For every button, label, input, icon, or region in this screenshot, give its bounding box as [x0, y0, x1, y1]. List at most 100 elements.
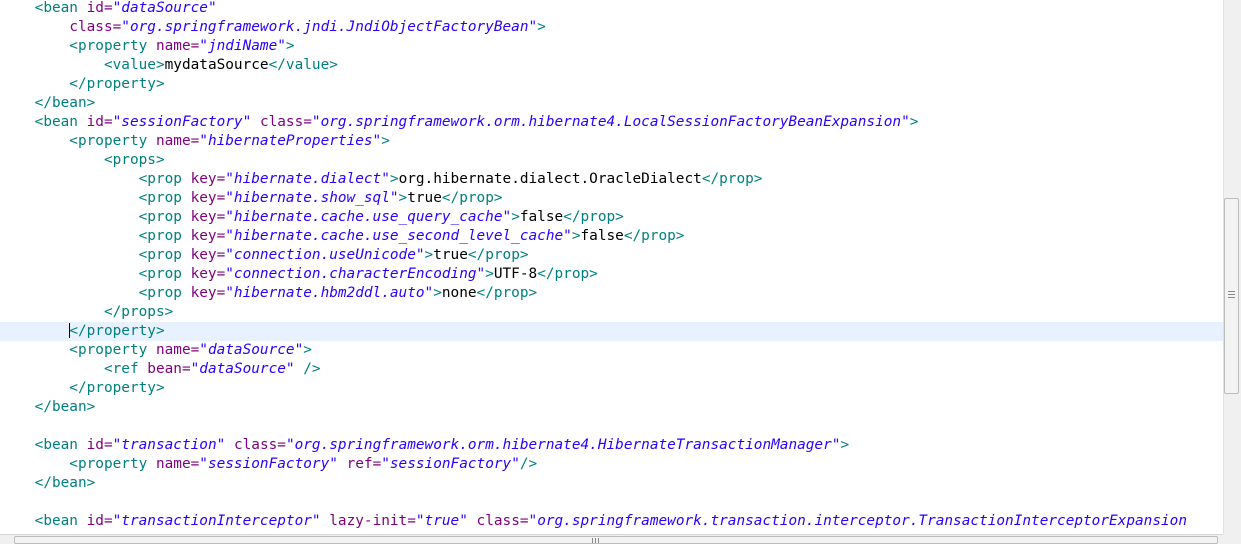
code-token: "hibernate.hbm2ddl.auto": [225, 285, 434, 301]
code-token: "hibernateProperties": [199, 133, 382, 149]
code-token: <ref: [0, 361, 148, 377]
code-token: id=: [86, 437, 113, 453]
code-token: class=: [259, 114, 312, 130]
code-line[interactable]: <bean id="transactionInterceptor" lazy-i…: [0, 512, 1187, 531]
code-line[interactable]: <prop key="hibernate.cache.use_second_le…: [0, 227, 685, 246]
code-token: <value>: [0, 57, 165, 73]
code-token: </value>: [268, 57, 338, 73]
code-token: "jndiName": [199, 38, 286, 54]
code-line[interactable]: <bean id="dataSource": [0, 0, 217, 18]
code-token: id=: [86, 114, 113, 130]
code-line[interactable]: <property name="sessionFactory" ref="ses…: [0, 455, 537, 474]
scrollbar-corner: [1223, 534, 1241, 544]
code-token: mydataSource: [164, 57, 269, 73]
code-line[interactable]: <bean id="transaction" class="org.spring…: [0, 436, 849, 455]
code-line[interactable]: <prop key="hibernate.dialect">org.hibern…: [0, 170, 763, 189]
code-token: name=: [155, 38, 200, 54]
code-token: "transactionInterceptor": [112, 513, 321, 529]
code-line[interactable]: <value>mydataSource</value>: [0, 56, 338, 75]
code-token: >: [398, 190, 408, 206]
code-token: <property: [0, 38, 156, 54]
code-token: key=: [190, 266, 226, 282]
code-token: key=: [190, 247, 226, 263]
code-token: true: [433, 247, 468, 263]
code-token: ref=: [346, 456, 382, 472]
code-token: key=: [190, 209, 226, 225]
code-line[interactable]: <prop key="hibernate.hbm2ddl.auto">none<…: [0, 284, 538, 303]
code-token: "sessionFactory": [112, 114, 252, 130]
code-token: "hibernate.cache.use_query_cache": [225, 209, 512, 225]
code-token: <prop: [0, 247, 191, 263]
code-token: false: [580, 228, 624, 244]
code-token: <prop: [0, 190, 191, 206]
code-token: <bean: [0, 114, 87, 130]
scroll-grip-icon: [1228, 291, 1235, 300]
code-line[interactable]: <props>: [0, 151, 165, 170]
code-token: "dataSource": [190, 361, 295, 377]
code-token: </prop>: [441, 190, 503, 206]
code-token: </bean>: [0, 475, 96, 491]
code-line[interactable]: class="org.springframework.jndi.JndiObje…: [0, 18, 546, 37]
code-token: org.hibernate.dialect.OracleDialect: [398, 171, 702, 187]
code-line[interactable]: <property name="hibernateProperties">: [0, 132, 390, 151]
xml-editor[interactable]: <bean id="dataSource" class="org.springf…: [0, 0, 1223, 534]
code-token: <bean: [0, 513, 87, 529]
code-token: "org.springframework.orm.hibernate4.Hibe…: [285, 437, 841, 453]
code-token: <bean: [0, 437, 87, 453]
code-line[interactable]: </property>: [0, 75, 165, 94]
code-token: <property: [0, 133, 156, 149]
scroll-grip-icon: [592, 538, 600, 543]
code-line[interactable]: </bean>: [0, 474, 96, 493]
code-token: />: [519, 456, 538, 472]
code-token: >: [511, 209, 520, 225]
code-token: id=: [86, 0, 113, 16]
code-line[interactable]: <prop key="hibernate.cache.use_query_cac…: [0, 208, 624, 227]
code-token: </props>: [0, 304, 174, 320]
code-line[interactable]: <prop key="connection.useUnicode">true</…: [0, 246, 529, 265]
code-token: "hibernate.show_sql": [225, 190, 399, 206]
code-token: key=: [190, 171, 226, 187]
code-token: "hibernate.dialect": [225, 171, 390, 187]
code-token: >: [285, 38, 295, 54]
horizontal-scroll-thumb[interactable]: [14, 536, 1218, 544]
code-line[interactable]: <property name="dataSource">: [0, 341, 312, 360]
code-line[interactable]: <bean id="sessionFactory" class="org.spr…: [0, 113, 919, 132]
code-token: true: [407, 190, 442, 206]
code-line[interactable]: </property>: [0, 322, 1223, 341]
code-line[interactable]: <prop key="connection.characterEncoding"…: [0, 265, 598, 284]
code-token: UTF-8: [493, 266, 538, 282]
code-line[interactable]: </bean>: [0, 398, 96, 417]
code-token: key=: [190, 285, 226, 301]
code-token: "transaction": [112, 437, 226, 453]
code-token: "hibernate.cache.use_second_level_cache": [225, 228, 572, 244]
code-token: <property: [0, 456, 156, 472]
code-token: >: [389, 171, 399, 187]
code-token: </property>: [0, 76, 165, 92]
code-token: </prop>: [537, 266, 598, 282]
code-token: >: [303, 342, 312, 358]
code-line[interactable]: </property>: [0, 379, 164, 398]
code-line[interactable]: <prop key="hibernate.show_sql">true</pro…: [0, 189, 503, 208]
code-token: "true": [415, 513, 468, 529]
code-token: >: [840, 437, 850, 453]
code-token: "sessionFactory": [199, 456, 338, 472]
code-token: none: [441, 285, 477, 301]
code-token: >: [909, 114, 919, 130]
code-token: lazy-init=: [329, 513, 416, 529]
code-line[interactable]: </props>: [0, 303, 173, 322]
code-token: bean=: [147, 361, 191, 377]
code-token: </prop>: [476, 285, 538, 301]
code-token: >: [433, 285, 442, 301]
code-token: name=: [155, 133, 200, 149]
code-token: "dataSource": [199, 342, 304, 358]
code-line[interactable]: <property name="jndiName">: [0, 37, 295, 56]
code-token: >: [381, 133, 390, 149]
code-line[interactable]: </bean>: [0, 94, 96, 113]
code-token: "connection.useUnicode": [225, 247, 425, 263]
code-line[interactable]: <ref bean="dataSource" />: [0, 360, 321, 379]
